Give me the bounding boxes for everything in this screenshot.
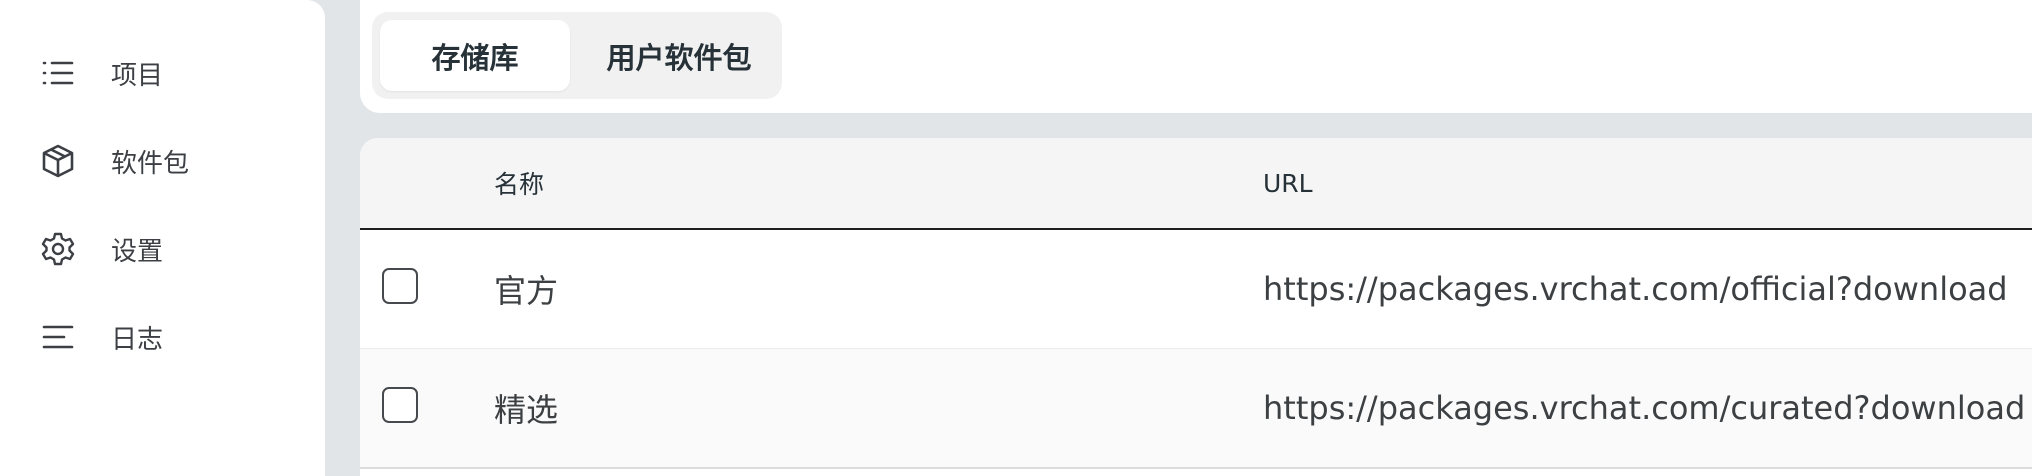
row-checkbox[interactable] <box>382 387 418 423</box>
sidebar-item-projects[interactable]: 项目 <box>38 53 298 93</box>
gear-icon <box>38 229 78 269</box>
table-header: 名称 URL <box>360 138 2032 230</box>
app-window: 项目 软件包 设置 日志 存储库 用户软件包 名称 URL 官方 https:/… <box>0 0 2032 476</box>
sidebar-item-logs[interactable]: 日志 <box>38 317 298 357</box>
repositories-table: 名称 URL 官方 https://packages.vrchat.com/of… <box>360 138 2032 476</box>
package-icon <box>38 141 78 181</box>
repository-name: 精选 <box>494 391 559 429</box>
sidebar-item-label: 设置 <box>111 236 164 267</box>
column-header-url: URL <box>1263 168 1313 198</box>
repository-name: 官方 <box>494 272 559 310</box>
tab-group: 存储库 用户软件包 <box>372 12 782 99</box>
tab-user-packages[interactable]: 用户软件包 <box>584 20 774 91</box>
table-row[interactable]: 精选 https://packages.vrchat.com/curated?d… <box>360 349 2032 469</box>
table-row[interactable]: 官方 https://packages.vrchat.com/official?… <box>360 230 2032 349</box>
repository-url: https://packages.vrchat.com/curated?down… <box>1263 389 2026 427</box>
sidebar: 项目 软件包 设置 日志 <box>0 0 325 476</box>
tab-repositories[interactable]: 存储库 <box>380 20 570 91</box>
log-lines-icon <box>38 317 78 357</box>
sidebar-item-packages[interactable]: 软件包 <box>38 141 298 181</box>
tab-card: 存储库 用户软件包 <box>360 0 2032 113</box>
column-header-name: 名称 <box>494 170 545 199</box>
sidebar-item-settings[interactable]: 设置 <box>38 229 298 269</box>
repository-url: https://packages.vrchat.com/official?dow… <box>1263 270 2008 308</box>
sidebar-item-label: 日志 <box>111 324 164 355</box>
sidebar-item-label: 软件包 <box>111 148 190 179</box>
row-checkbox[interactable] <box>382 268 418 304</box>
sidebar-item-label: 项目 <box>111 60 164 91</box>
list-icon <box>38 53 78 93</box>
